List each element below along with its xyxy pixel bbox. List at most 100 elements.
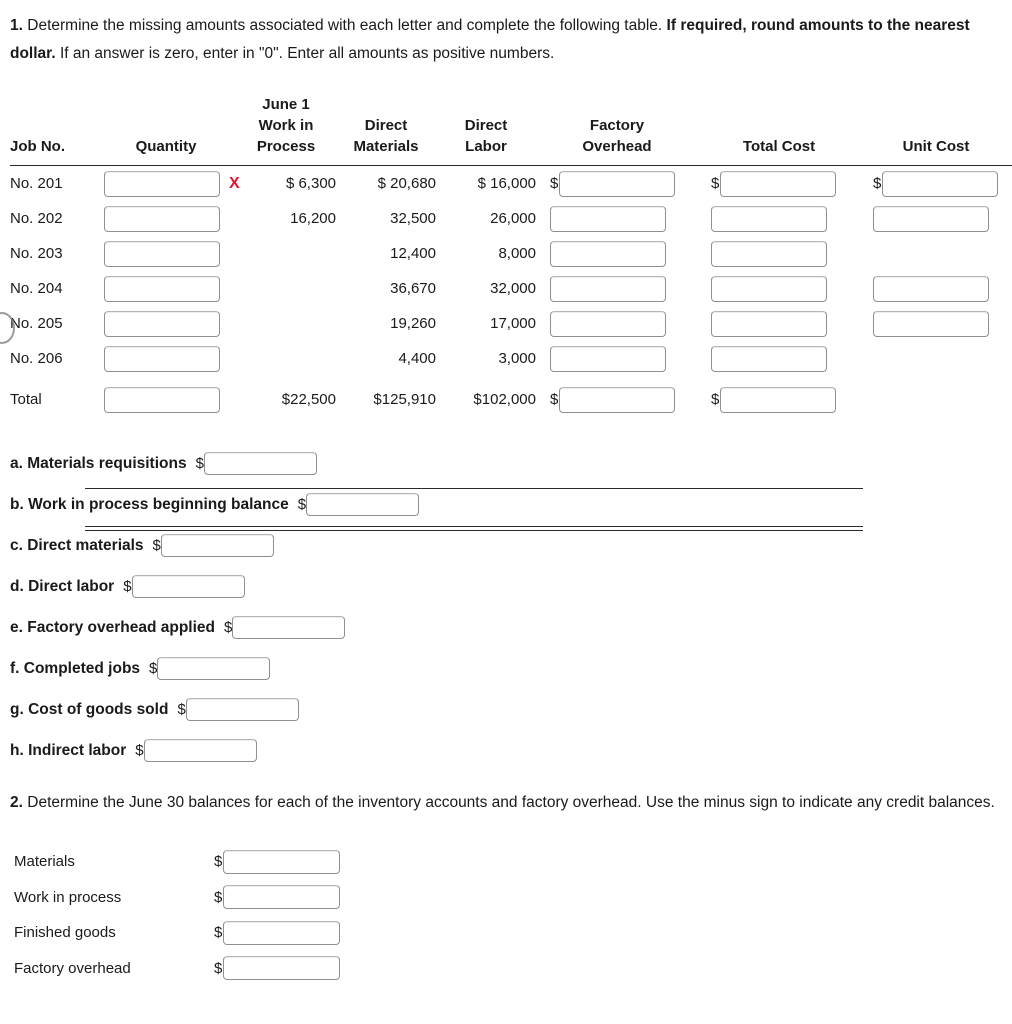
wip-header-line-1: June 1 — [262, 96, 310, 113]
factory-overhead-input-4-wrapper — [536, 310, 698, 337]
account-balance-input-2[interactable] — [223, 920, 341, 945]
lettered-answer-label: c. Direct materials — [10, 536, 144, 554]
lettered-answers-section: a. Materials requisitions $ b. Work in pro… — [0, 443, 1012, 771]
account-balance-row: Materials $ — [14, 844, 1012, 880]
account-balance-row: Work in process $ — [14, 880, 1012, 916]
quantity-input-2[interactable] — [104, 240, 220, 267]
quantity-input-2-cell — [96, 236, 236, 271]
factory-overhead-input-4-cell — [536, 306, 698, 341]
account-balances-section: Materials $ Work in process $ Finished goods… — [0, 844, 1012, 986]
lettered-answer-input-4[interactable] — [232, 616, 346, 639]
lettered-answer-input-0[interactable] — [203, 452, 317, 475]
dollar-sign: $ — [297, 496, 307, 513]
unit-cost-input-3[interactable] — [873, 275, 989, 302]
total-cost-input-1[interactable] — [711, 205, 827, 232]
factory-overhead-input-5[interactable] — [550, 345, 666, 372]
total-factory-overhead-input[interactable] — [559, 386, 676, 413]
account-balance-input-0[interactable] — [223, 849, 341, 874]
unit-cost-input-5-cell — [860, 341, 1012, 376]
total-direct-labor-value: $102,000 — [473, 391, 536, 408]
direct-materials-value-2: 12,400 — [390, 245, 436, 262]
lettered-answer-row: d. Direct labor $ — [10, 566, 1012, 607]
job-cost-table-wrapper: Job No. Quantity June 1 Work in Process … — [0, 94, 1012, 531]
factory-overhead-input-4[interactable] — [550, 310, 666, 337]
factory-overhead-input-5-cell — [536, 341, 698, 376]
june1-wip-value-2 — [236, 236, 336, 271]
june1-wip-value-3 — [236, 271, 336, 306]
total-total-cost-input-wrapper: $ — [698, 386, 860, 413]
total-direct-materials-value: $125,910 — [373, 391, 436, 408]
lettered-answer-row: c. Direct materials $ — [10, 525, 1012, 566]
quantity-input-0[interactable] — [104, 170, 220, 197]
factory-overhead-input-0-wrapper: $ — [536, 170, 698, 197]
june1-wip-value-1: 16,200 — [290, 210, 336, 227]
quantity-input-4[interactable] — [104, 310, 220, 337]
quantity-input-1[interactable] — [104, 205, 220, 232]
june1-wip-value-5 — [236, 341, 336, 376]
factory-overhead-input-0-cell: $ — [536, 166, 698, 202]
unit-cost-input-4[interactable] — [873, 310, 989, 337]
account-balance-label: Finished goods — [14, 924, 116, 942]
lettered-answer-row: h. Indirect labor $ — [10, 730, 1012, 771]
col-header-june1-work-in-process: June 1 Work in Process — [236, 94, 336, 166]
job-cost-table: Job No. Quantity June 1 Work in Process … — [10, 94, 1012, 376]
job-cost-total-table: Total $22,500 $125,910 $102,000 $ $ — [10, 382, 1012, 417]
job-number-label: No. 201 — [10, 175, 63, 192]
unit-cost-input-1[interactable] — [873, 205, 989, 232]
lettered-answer-input-1[interactable] — [306, 493, 420, 516]
factory-overhead-input-0[interactable] — [559, 170, 676, 197]
total-cost-input-4[interactable] — [711, 310, 827, 337]
factory-overhead-input-2[interactable] — [550, 240, 666, 267]
total-cost-input-2-cell — [698, 236, 860, 271]
dollar-sign: $ — [177, 701, 186, 718]
unit-cost-input-0[interactable] — [882, 170, 999, 197]
unit-cost-input-4-wrapper — [860, 310, 1012, 337]
question-1-instructions: 1. Determine the missing amounts associa… — [0, 0, 1010, 68]
table-row: No. 203 12,400 8,000 — [10, 236, 1012, 271]
unit-cost-input-3-cell — [860, 271, 1012, 306]
lettered-answer-row: g. Cost of goods sold $ — [10, 689, 1012, 730]
direct-labor-value-4: 17,000 — [490, 315, 536, 332]
job-number-label: No. 202 — [10, 210, 63, 227]
total-cost-input-2[interactable] — [711, 240, 827, 267]
account-balance-row: Finished goods $ — [14, 915, 1012, 951]
direct-labor-value-1: 26,000 — [490, 210, 536, 227]
quantity-input-5[interactable] — [104, 345, 220, 372]
question-2-text: Determine the June 30 balances for each … — [27, 794, 995, 811]
wip-header-line-2: Work in — [258, 117, 314, 134]
question-1-number: 1. — [10, 17, 23, 34]
factory-overhead-input-5-wrapper — [536, 345, 698, 372]
lettered-answer-input-3[interactable] — [131, 575, 245, 598]
incorrect-answer-icon: X — [229, 174, 240, 192]
lettered-answer-input-5[interactable] — [157, 657, 271, 680]
lettered-answer-input-7[interactable] — [143, 739, 257, 762]
fo-header-line-1: Factory — [589, 117, 645, 134]
dollar-sign: $ — [873, 175, 882, 192]
factory-overhead-input-2-cell — [536, 236, 698, 271]
total-cost-input-5[interactable] — [711, 345, 827, 372]
factory-overhead-input-1[interactable] — [550, 205, 666, 232]
factory-overhead-input-3-cell — [536, 271, 698, 306]
col-header-unit-cost: Unit Cost — [902, 138, 970, 155]
total-total-cost-input[interactable] — [720, 386, 837, 413]
col-header-direct-labor: Direct Labor — [436, 94, 536, 166]
lettered-answer-input-6[interactable] — [185, 698, 299, 721]
lettered-answer-label: e. Factory overhead applied — [10, 618, 216, 636]
total-cost-input-3[interactable] — [711, 275, 827, 302]
account-balance-label: Factory overhead — [14, 959, 131, 977]
job-number-label: No. 204 — [10, 280, 63, 297]
lettered-answer-input-2[interactable] — [160, 534, 274, 557]
dollar-sign: $ — [711, 175, 720, 192]
account-balance-row: Factory overhead $ — [14, 951, 1012, 987]
account-balance-input-1[interactable] — [223, 885, 341, 910]
account-balance-input-3[interactable] — [223, 956, 341, 981]
unit-cost-input-0-cell: $ — [860, 166, 1012, 202]
dollar-sign: $ — [214, 888, 223, 906]
total-quantity-input[interactable] — [104, 386, 220, 413]
quantity-input-3[interactable] — [104, 275, 220, 302]
dm-header-line-1: Direct — [364, 117, 408, 134]
factory-overhead-input-3[interactable] — [550, 275, 666, 302]
table-bottom-double-rule — [85, 526, 863, 531]
dollar-sign: $ — [149, 660, 158, 677]
total-cost-input-0[interactable] — [720, 170, 837, 197]
